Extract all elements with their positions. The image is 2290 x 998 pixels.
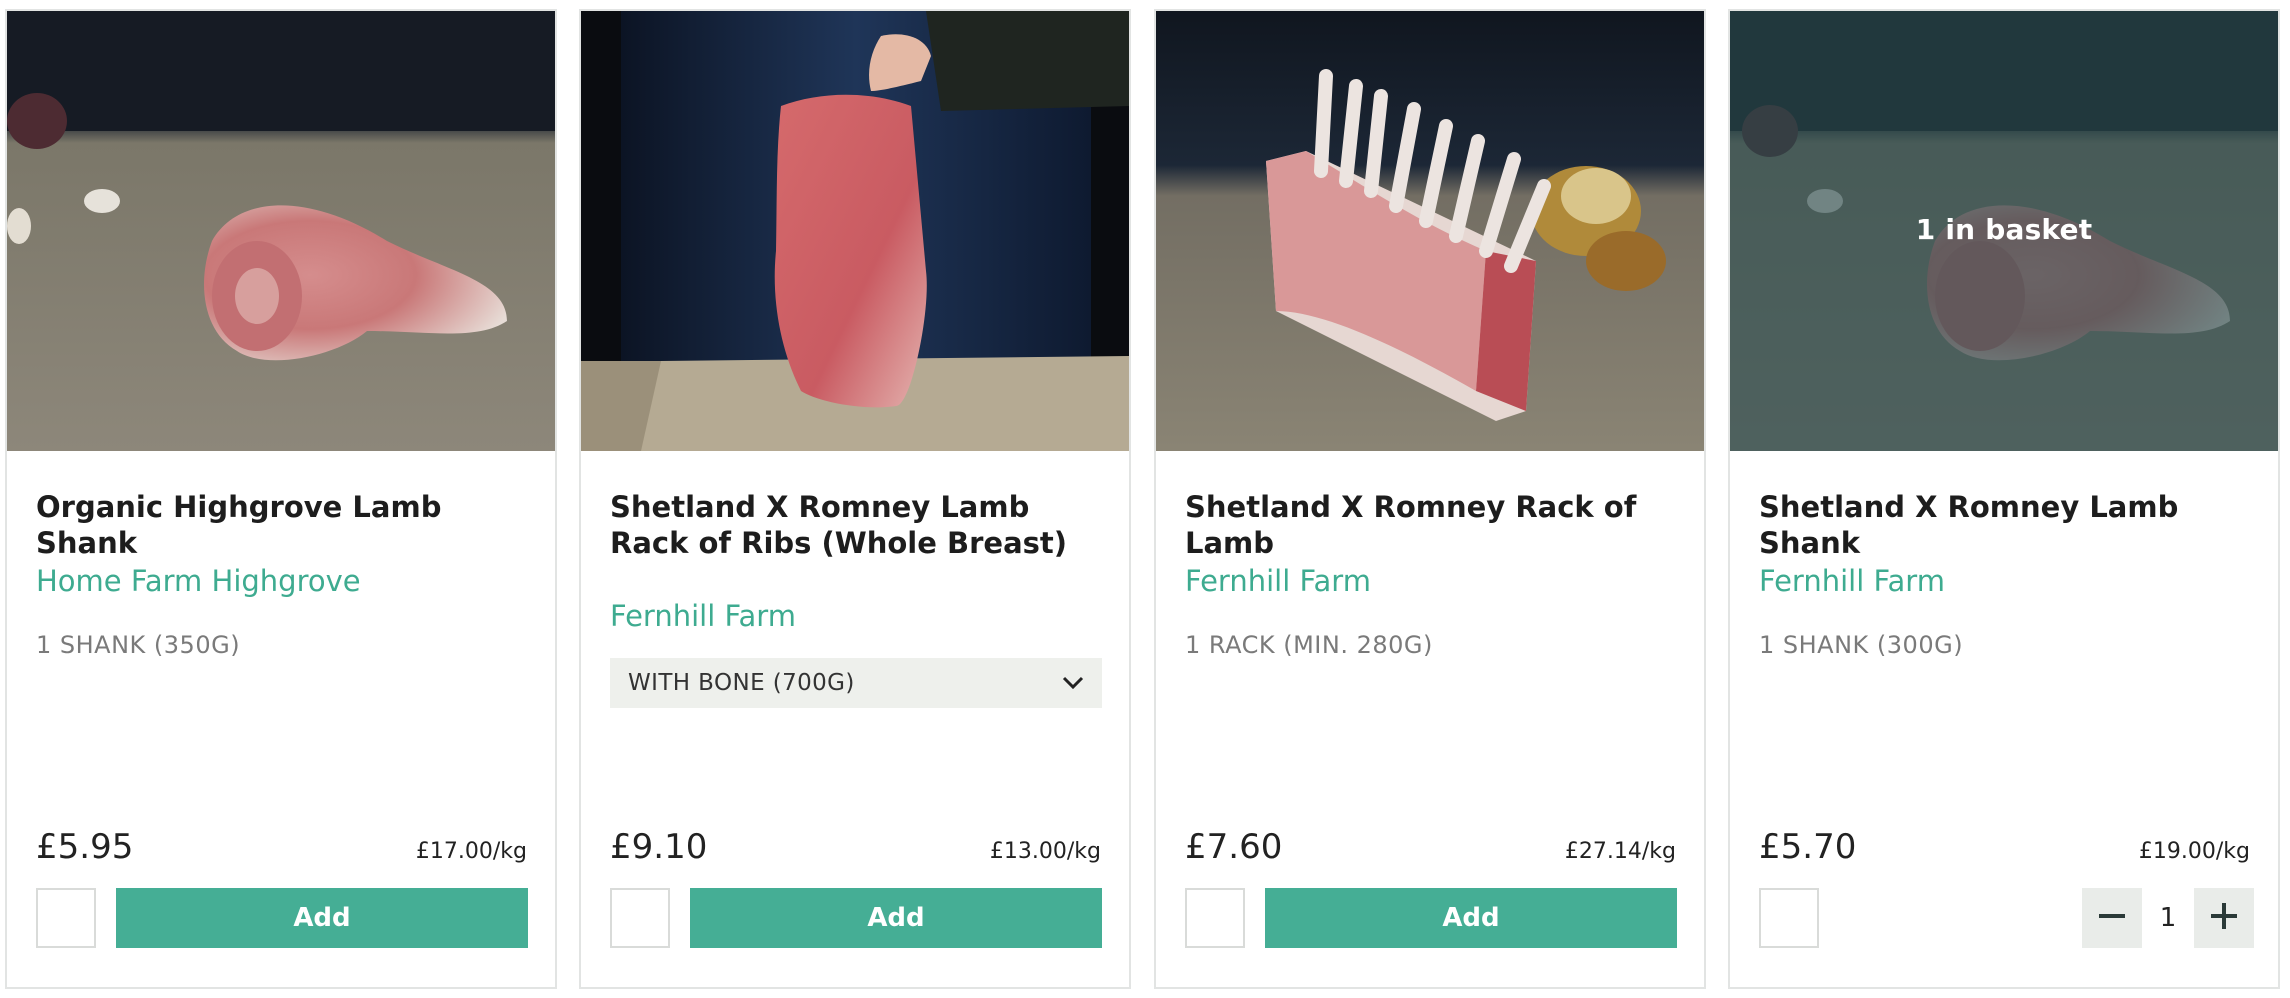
plus-icon: [2209, 901, 2239, 935]
price-per-kg: £19.00/kg: [2138, 839, 2250, 864]
product-unit: 1 RACK (MIN. 280G): [1185, 631, 1433, 659]
decrease-quantity-button[interactable]: [2082, 888, 2142, 948]
in-basket-overlay: 1 in basket: [1730, 11, 2278, 451]
minus-icon: [2097, 901, 2127, 935]
add-button[interactable]: Add: [690, 888, 1102, 948]
product-card: Organic Highgrove Lamb Shank Home Farm H…: [5, 9, 557, 989]
product-card: 1 in basket Shetland X Romney Lamb Shank…: [1728, 9, 2280, 989]
product-card: Shetland X Romney Rack of Lamb Fernhill …: [1154, 9, 1706, 989]
variant-select[interactable]: WITH BONE (700G): [610, 658, 1102, 708]
add-button[interactable]: Add: [116, 888, 528, 948]
in-basket-label: 1 in basket: [1915, 213, 2093, 246]
product-price: £5.70: [1759, 827, 1857, 867]
product-title[interactable]: Shetland X Romney Lamb Rack of Ribs (Who…: [610, 489, 1105, 561]
product-unit: 1 SHANK (350G): [36, 631, 241, 659]
select-checkbox[interactable]: [1185, 888, 1245, 948]
product-image[interactable]: 1 in basket: [1730, 11, 2278, 451]
product-price: £5.95: [36, 827, 134, 867]
quantity-value: 1: [2159, 903, 2177, 933]
product-image[interactable]: [7, 11, 555, 451]
farm-link[interactable]: Fernhill Farm: [1759, 564, 2254, 598]
farm-link[interactable]: Fernhill Farm: [1185, 564, 1680, 598]
product-unit: 1 SHANK (300G): [1759, 631, 1964, 659]
chevron-down-icon: [1062, 676, 1084, 690]
price-per-kg: £17.00/kg: [415, 839, 527, 864]
farm-link[interactable]: Home Farm Highgrove: [36, 564, 531, 598]
add-button[interactable]: Add: [1265, 888, 1677, 948]
product-title[interactable]: Shetland X Romney Lamb Shank: [1759, 489, 2254, 561]
variant-select-value: WITH BONE (700G): [628, 670, 855, 696]
product-title[interactable]: Organic Highgrove Lamb Shank: [36, 489, 531, 561]
price-per-kg: £13.00/kg: [989, 839, 1101, 864]
select-checkbox[interactable]: [610, 888, 670, 948]
product-image[interactable]: [581, 11, 1129, 451]
product-card: Shetland X Romney Lamb Rack of Ribs (Who…: [579, 9, 1131, 989]
select-checkbox[interactable]: [36, 888, 96, 948]
product-title[interactable]: Shetland X Romney Rack of Lamb: [1185, 489, 1680, 561]
select-checkbox[interactable]: [1759, 888, 1819, 948]
product-price: £7.60: [1185, 827, 1283, 867]
farm-link[interactable]: Fernhill Farm: [610, 599, 1105, 633]
product-image[interactable]: [1156, 11, 1704, 451]
product-price: £9.10: [610, 827, 708, 867]
price-per-kg: £27.14/kg: [1564, 839, 1676, 864]
increase-quantity-button[interactable]: [2194, 888, 2254, 948]
